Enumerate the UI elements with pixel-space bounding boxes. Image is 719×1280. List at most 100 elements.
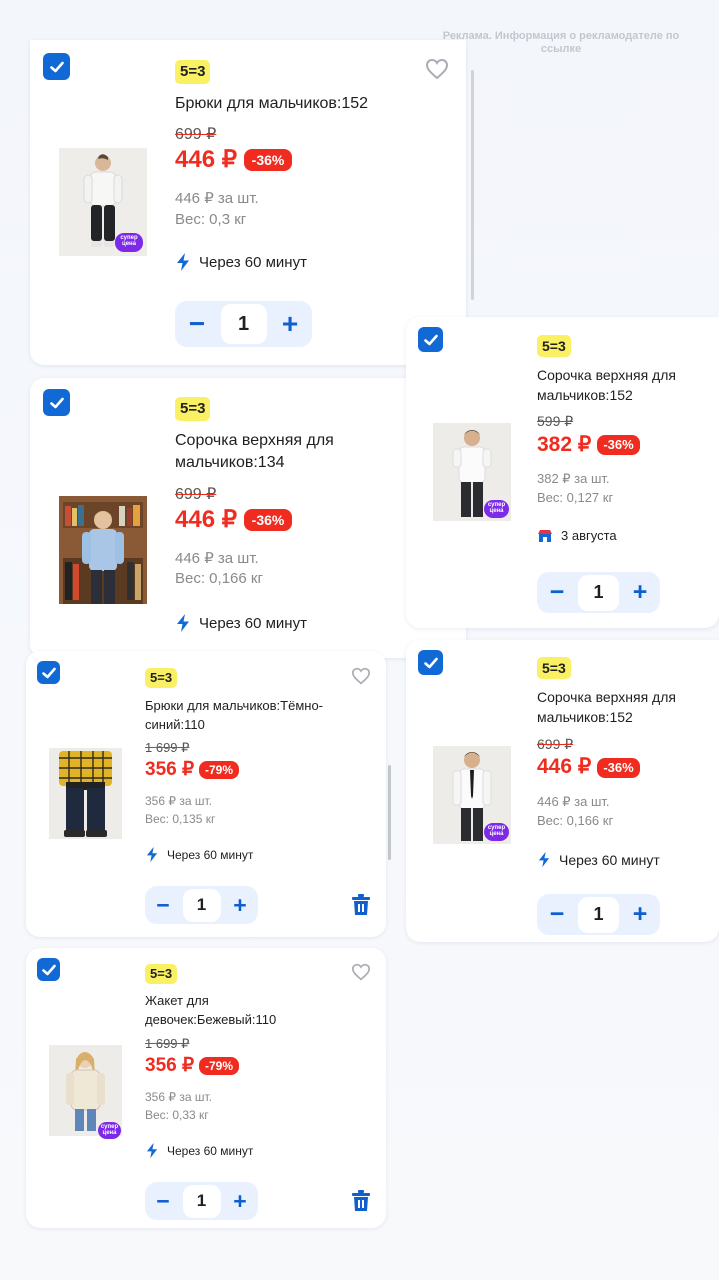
quantity-value[interactable]: 1: [220, 304, 267, 344]
delivery-text: Через 60 минут: [167, 847, 254, 862]
promo-badge: 5=3: [145, 668, 178, 688]
quantity-value[interactable]: 1: [182, 888, 221, 922]
item-weight: Вес: 0,166 кг: [175, 570, 263, 587]
discount-badge: -79%: [199, 761, 239, 779]
product-image[interactable]: [49, 748, 122, 839]
old-price: 599 ₽: [537, 413, 574, 429]
store-icon: [538, 529, 552, 542]
lightning-icon: [146, 1142, 158, 1159]
check-icon: [49, 397, 64, 408]
lightning-icon: [146, 846, 158, 863]
delivery-text: 3 августа: [561, 528, 617, 543]
select-checkbox[interactable]: [43, 389, 70, 416]
super-price-tag: супер цена: [115, 233, 143, 252]
current-price: 446 ₽: [537, 755, 592, 778]
delivery-info: Через 60 минут: [175, 252, 307, 272]
delivery-text: Через 60 минут: [559, 851, 660, 868]
heart-icon[interactable]: [425, 58, 449, 85]
current-price: 446 ₽: [175, 146, 237, 173]
minus-button[interactable]: −: [145, 886, 181, 924]
promo-badge: 5=3: [537, 657, 571, 679]
quantity-stepper: − 1 +: [145, 886, 258, 924]
scrollbar[interactable]: [471, 70, 474, 300]
check-icon: [423, 334, 438, 345]
unit-price: 446 ₽ за шт.: [175, 550, 259, 567]
delivery-info: Через 60 минут: [537, 851, 660, 868]
quantity-value[interactable]: 1: [578, 896, 619, 933]
discount-badge: -79%: [199, 1057, 239, 1075]
current-price: 356 ₽: [145, 759, 195, 780]
product-title[interactable]: Брюки для мальчиков:Тёмно-синий:110: [145, 696, 345, 734]
product-title[interactable]: Брюки для мальчиков:152: [175, 93, 435, 115]
product-title[interactable]: Сорочка верхняя для мальчиков:152: [537, 687, 697, 727]
discount-badge: -36%: [597, 435, 640, 455]
promo-badge: 5=3: [175, 60, 211, 84]
unit-price: 356 ₽ за шт.: [145, 1090, 212, 1104]
old-price: 699 ₽: [175, 126, 217, 143]
delivery-info: Через 60 минут: [145, 846, 253, 863]
minus-button[interactable]: −: [145, 1182, 181, 1220]
old-price: 699 ₽: [175, 486, 217, 503]
item-weight: Вес: 0,166 кг: [537, 813, 614, 828]
super-price-tag: супер цена: [98, 1122, 121, 1139]
super-price-tag: супер цена: [484, 823, 509, 841]
ad-disclaimer[interactable]: Реклама. Информация о рекламодателе по с…: [440, 30, 682, 56]
plus-button[interactable]: +: [268, 301, 312, 347]
item-weight: Вес: 0,135 кг: [145, 812, 216, 826]
plus-button[interactable]: +: [620, 894, 660, 935]
cart-item-card: 5=3 Сорочка верхняя для мальчиков:152 59…: [406, 317, 719, 628]
check-icon: [41, 964, 56, 975]
promo-badge: 5=3: [145, 964, 178, 984]
select-checkbox[interactable]: [418, 650, 443, 675]
product-title[interactable]: Сорочка верхняя для мальчиков:134: [175, 430, 365, 474]
minus-button[interactable]: −: [537, 572, 577, 613]
quantity-value[interactable]: 1: [578, 574, 619, 611]
minus-button[interactable]: −: [175, 301, 219, 347]
current-price: 446 ₽: [175, 506, 237, 533]
old-price: 1 699 ₽: [145, 740, 190, 755]
delivery-info: 3 августа: [537, 528, 617, 543]
promo-badge: 5=3: [175, 397, 211, 421]
plus-button[interactable]: +: [222, 1182, 258, 1220]
delivery-info: Через 60 минут: [175, 613, 307, 633]
unit-price: 446 ₽ за шт.: [175, 190, 259, 207]
heart-icon[interactable]: [351, 667, 371, 690]
cart-item-card: 5=3 Сорочка верхняя для мальчиков:152 69…: [406, 640, 719, 942]
plus-button[interactable]: +: [222, 886, 258, 924]
discount-badge: -36%: [244, 149, 292, 171]
select-checkbox[interactable]: [37, 958, 60, 981]
old-price: 1 699 ₽: [145, 1036, 190, 1051]
trash-icon[interactable]: [351, 894, 371, 921]
unit-price: 356 ₽ за шт.: [145, 794, 212, 808]
select-checkbox[interactable]: [43, 53, 70, 80]
cart-item-card: 5=3 Сорочка верхняя для мальчиков:134 69…: [30, 378, 466, 658]
product-image[interactable]: [59, 496, 147, 604]
item-weight: Вес: 0,3 кг: [175, 211, 247, 228]
select-checkbox[interactable]: [37, 661, 60, 684]
quantity-stepper: − 1 +: [537, 894, 660, 935]
old-price: 699 ₽: [537, 736, 574, 752]
plus-button[interactable]: +: [620, 572, 660, 613]
lightning-icon: [177, 253, 189, 271]
product-title[interactable]: Сорочка верхняя для мальчиков:152: [537, 365, 697, 405]
heart-icon[interactable]: [351, 963, 371, 986]
item-weight: Вес: 0,33 кг: [145, 1108, 209, 1122]
unit-price: 446 ₽ за шт.: [537, 794, 610, 809]
unit-price: 382 ₽ за шт.: [537, 471, 610, 486]
check-icon: [41, 667, 56, 678]
trash-icon[interactable]: [351, 1190, 371, 1217]
current-price: 382 ₽: [537, 433, 592, 456]
check-icon: [423, 657, 438, 668]
quantity-stepper: − 1 +: [145, 1182, 258, 1220]
discount-badge: -36%: [244, 509, 292, 531]
product-title[interactable]: Жакет для девочек:Бежевый:110: [145, 991, 295, 1029]
product-photo: [59, 496, 147, 604]
quantity-value[interactable]: 1: [182, 1184, 221, 1218]
minus-button[interactable]: −: [537, 894, 577, 935]
quantity-stepper: − 1 +: [175, 301, 312, 347]
quantity-stepper: − 1 +: [537, 572, 660, 613]
discount-badge: -36%: [597, 758, 640, 778]
select-checkbox[interactable]: [418, 327, 443, 352]
super-price-tag: супер цена: [484, 500, 509, 518]
scrollbar[interactable]: [388, 765, 391, 860]
